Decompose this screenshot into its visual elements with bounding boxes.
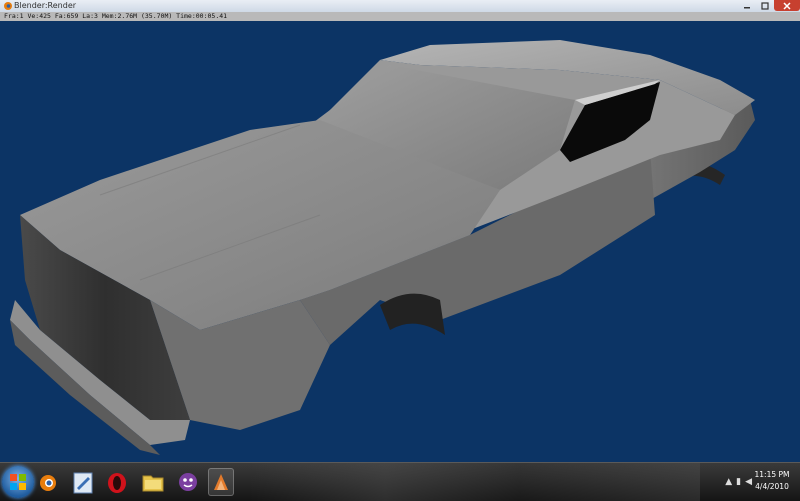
opera-icon (108, 473, 126, 493)
show-hidden-icons-icon[interactable]: ▲ (725, 477, 732, 487)
close-icon (783, 1, 791, 10)
windows-taskbar: ▲ ▮ ◀ 11:15 PM 4/4/2010 (0, 462, 800, 501)
minimize-icon (744, 6, 750, 8)
system-tray: ▲ ▮ ◀ (725, 477, 752, 487)
clock-time: 11:15 PM (754, 470, 790, 479)
taskbar-messenger[interactable] (175, 468, 201, 496)
window-controls (738, 0, 800, 12)
taskbar-blender[interactable] (35, 468, 61, 496)
start-button[interactable] (2, 466, 34, 498)
windows-logo-icon (10, 474, 26, 490)
clock-date: 4/4/2010 (755, 482, 789, 491)
front-wheel-arch (380, 293, 445, 335)
taskbar-blender-render[interactable] (208, 468, 234, 496)
render-viewport[interactable] (0, 21, 800, 462)
folder-icon (142, 475, 164, 492)
maximize-icon (761, 1, 769, 10)
messenger-icon (179, 473, 197, 491)
taskbar-wallpaper-strip (250, 463, 700, 501)
minimize-button[interactable] (738, 0, 756, 11)
blender-app-icon (4, 2, 12, 10)
blender-icon (40, 475, 56, 491)
taskbar-explorer[interactable] (140, 468, 166, 496)
blender-render-icon (214, 474, 228, 490)
taskbar-paint[interactable] (70, 468, 96, 496)
blender-render-window: Blender:Render Fra:1 Ve:425 Fa:659 La:3 … (0, 0, 800, 462)
network-icon[interactable]: ▮ (736, 477, 741, 487)
taskbar-clock[interactable]: 11:15 PM 4/4/2010 (750, 469, 794, 493)
car-body-render (10, 40, 755, 455)
window-title: Blender:Render (14, 1, 77, 10)
close-button[interactable] (774, 0, 800, 11)
maximize-button[interactable] (756, 0, 774, 11)
taskbar-opera[interactable] (104, 468, 130, 496)
render-stats: Fra:1 Ve:425 Fa:659 La:3 Mem:2.76M (35.7… (4, 12, 228, 20)
paint-icon (73, 472, 93, 494)
